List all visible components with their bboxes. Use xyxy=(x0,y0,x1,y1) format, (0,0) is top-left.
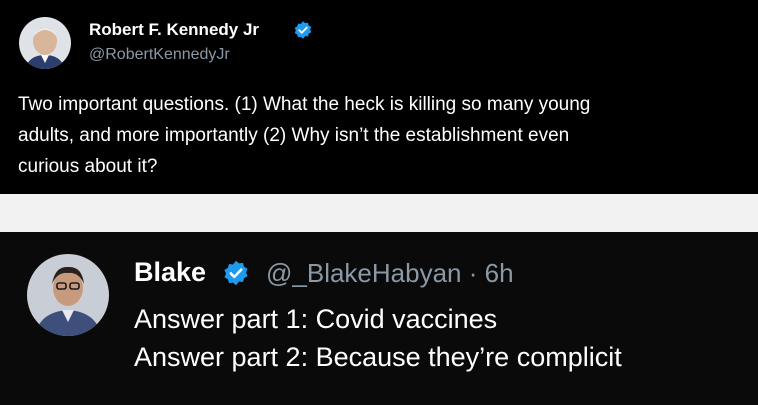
reply-author-handle[interactable]: @_BlakeHabyan · 6h xyxy=(266,258,514,289)
reply-author-name[interactable]: Blake xyxy=(134,257,206,288)
reply-text-line-1: Answer part 1: Covid vaccines xyxy=(134,304,498,334)
tweet-text-line-1: Two important questions. (1) What the he… xyxy=(18,94,591,115)
divider xyxy=(0,194,758,232)
reply-text-line-2: Answer part 2: Because they’re complicit xyxy=(134,342,622,372)
tweet-author-name[interactable]: Robert F. Kennedy Jr xyxy=(89,20,259,40)
tweet-card: Robert F. Kennedy Jr @RobertKennedyJr Tw… xyxy=(0,0,758,194)
rfk-avatar[interactable] xyxy=(19,17,71,69)
verified-badge-icon xyxy=(294,21,312,39)
tweet-author-handle[interactable]: @RobertKennedyJr xyxy=(89,46,230,64)
blake-avatar[interactable] xyxy=(27,254,109,336)
tweet-text-line-2: adults, and more importantly (2) Why isn… xyxy=(18,125,570,146)
tweet-text-line-3: curious about it? xyxy=(18,156,158,177)
verified-badge-icon xyxy=(224,260,248,286)
reply-card: Blake @_BlakeHabyan · 6h Answer part 1: … xyxy=(0,232,758,405)
